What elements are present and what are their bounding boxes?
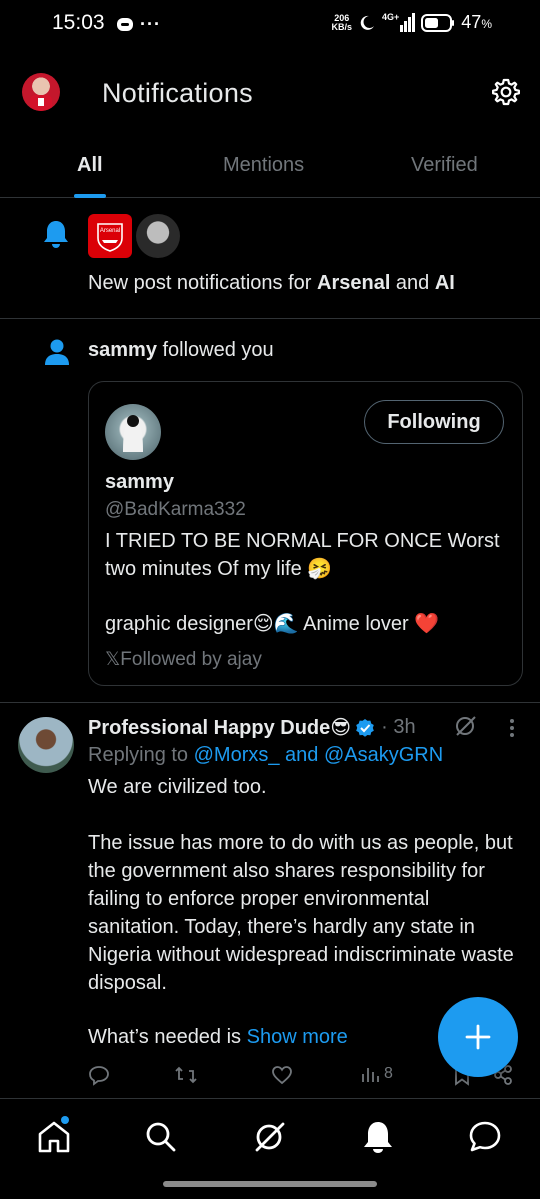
battery-icon bbox=[421, 13, 455, 32]
profile-avatar[interactable] bbox=[22, 73, 60, 111]
more-options-icon[interactable] bbox=[509, 718, 515, 738]
post-body[interactable]: We are civilized too. The issue has more… bbox=[88, 773, 518, 997]
heart-icon bbox=[272, 1066, 292, 1085]
status-bar: 15:03 ··· 206 KB/s 4G+ 47% bbox=[0, 0, 540, 48]
views-count: 8 bbox=[384, 1065, 393, 1082]
reply-icon bbox=[89, 1066, 109, 1086]
repost-icon bbox=[175, 1066, 197, 1084]
arsenal-logo-avatar[interactable]: Arsenal bbox=[88, 214, 132, 258]
notification-account-arsenal: Arsenal bbox=[317, 272, 391, 294]
tab-bar: All Mentions Verified bbox=[0, 130, 540, 198]
repost-button[interactable] bbox=[174, 1064, 198, 1086]
notification-text-prefix: New post notifications for bbox=[88, 272, 317, 294]
post-header: Professional Happy Dude😎 · 3h bbox=[88, 715, 416, 740]
bell-notification-icon bbox=[44, 221, 68, 248]
messages-icon[interactable] bbox=[467, 1119, 503, 1155]
card-bio-line-1: I TRIED TO BE NORMAL FOR ONCE Worst two … bbox=[105, 530, 500, 580]
moon-icon bbox=[360, 15, 375, 30]
follow-notification-text[interactable]: sammy followed you bbox=[88, 339, 274, 362]
replying-to-handles[interactable]: @Morxs_ and @AsakyGRN bbox=[194, 744, 444, 766]
search-icon[interactable] bbox=[143, 1119, 179, 1155]
net-speed-unit: KB/s bbox=[331, 21, 353, 32]
verified-badge-icon bbox=[355, 718, 375, 738]
follow-action-text: followed you bbox=[156, 339, 274, 361]
notification-account-ai: AI bbox=[434, 272, 455, 294]
post-author-avatar[interactable] bbox=[18, 717, 74, 773]
follower-name: sammy bbox=[88, 339, 157, 361]
like-button[interactable] bbox=[271, 1064, 293, 1086]
arsenal-logo-text: Arsenal bbox=[100, 228, 120, 234]
post-body-tail: What’s needed is bbox=[88, 1026, 247, 1048]
divider bbox=[0, 318, 540, 319]
status-time: 15:03 bbox=[52, 11, 105, 34]
signal-icon: 4G+ bbox=[382, 12, 416, 32]
tab-mentions[interactable]: Mentions bbox=[223, 154, 304, 177]
following-button[interactable]: Following bbox=[364, 400, 504, 444]
card-bio-line-2: graphic designer😌🌊 Anime lover ❤️ bbox=[105, 613, 440, 635]
followed-by-text[interactable]: 𝕏Followed by ajay bbox=[105, 648, 262, 671]
divider bbox=[0, 702, 540, 703]
bell-icon[interactable] bbox=[360, 1119, 396, 1155]
header: Notifications bbox=[0, 60, 540, 126]
views-chart-icon bbox=[362, 1068, 379, 1082]
page-title: Notifications bbox=[102, 78, 253, 108]
tab-all[interactable]: All bbox=[77, 154, 103, 177]
replying-to: Replying to @Morxs_ and @AsakyGRN bbox=[88, 744, 443, 767]
replying-to-prefix: Replying to bbox=[88, 744, 194, 766]
reply-button[interactable] bbox=[88, 1064, 110, 1086]
views-button[interactable]: 8 bbox=[360, 1064, 393, 1084]
post-author-name[interactable]: Professional Happy Dude😎 bbox=[88, 715, 351, 740]
arsenal-crest-icon: Arsenal bbox=[97, 223, 123, 252]
card-name[interactable]: sammy bbox=[105, 471, 174, 494]
follower-profile-card[interactable]: Following sammy @BadKarma332 I TRIED TO … bbox=[88, 381, 523, 686]
net-speed: 206 KB/s bbox=[331, 13, 353, 32]
bottom-navigation bbox=[0, 1098, 540, 1178]
status-left-icons: ··· bbox=[116, 14, 161, 35]
post-body-continuation: What’s needed is Show more bbox=[88, 1026, 348, 1049]
tab-verified[interactable]: Verified bbox=[411, 154, 478, 177]
ai-avatar[interactable] bbox=[136, 214, 180, 258]
battery-value: 47 bbox=[461, 12, 482, 32]
follower-avatar[interactable] bbox=[105, 404, 161, 460]
card-handle[interactable]: @BadKarma332 bbox=[105, 499, 246, 521]
battery-percent: 47% bbox=[461, 12, 492, 33]
show-more-link[interactable]: Show more bbox=[247, 1026, 348, 1048]
ghost-avatar-image bbox=[123, 415, 143, 452]
person-follow-icon bbox=[45, 339, 69, 365]
settings-gear-icon[interactable] bbox=[490, 76, 522, 108]
gesture-home-bar[interactable] bbox=[163, 1181, 377, 1187]
more-notifications-icon: ··· bbox=[140, 14, 161, 34]
grok-icon[interactable] bbox=[454, 715, 478, 737]
status-right-icons: 206 KB/s 4G+ 47% bbox=[332, 12, 492, 33]
battery-unit: % bbox=[481, 17, 492, 31]
active-tab-indicator bbox=[74, 194, 106, 198]
grok-icon[interactable] bbox=[252, 1119, 288, 1155]
home-icon[interactable] bbox=[36, 1119, 72, 1155]
notification-text[interactable]: New post notifications for Arsenal and A… bbox=[88, 272, 455, 295]
compose-post-button[interactable] bbox=[438, 997, 518, 1077]
network-type: 4G+ bbox=[382, 12, 400, 22]
avatar-image bbox=[30, 79, 52, 111]
notification-joiner: and bbox=[390, 272, 435, 294]
home-notification-dot bbox=[61, 1116, 69, 1124]
message-notification-icon bbox=[117, 17, 133, 31]
post-time: · 3h bbox=[381, 716, 416, 738]
plus-icon bbox=[465, 1024, 491, 1050]
